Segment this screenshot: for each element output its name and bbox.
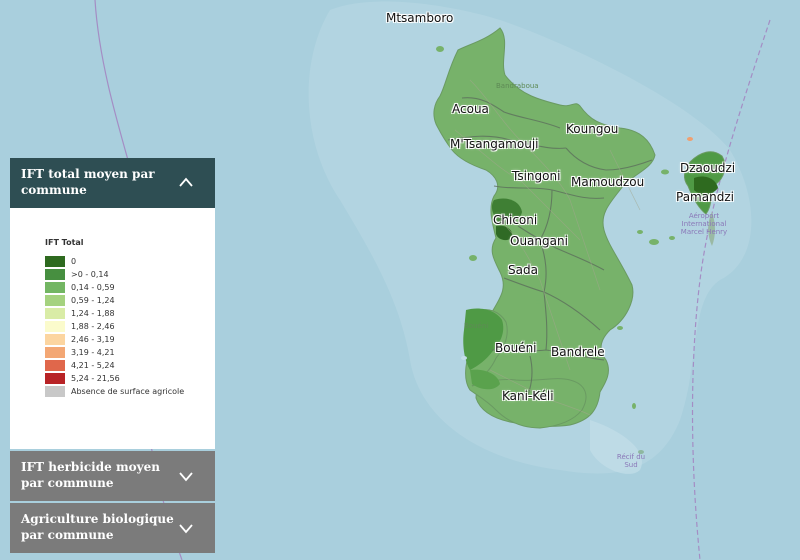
legend-swatch	[45, 255, 65, 267]
bandraboua-label: Bandraboua	[496, 82, 539, 90]
section-ift-total-header[interactable]: IFT total moyen par commune	[10, 158, 215, 208]
legend-swatch	[45, 268, 65, 280]
legend-label: 3,19 - 4,21	[71, 347, 115, 357]
legend-item: 0,59 - 1,24	[45, 294, 215, 306]
section-ift-herbicide-header[interactable]: IFT herbicide moyen par commune	[10, 451, 215, 501]
town-label-sada: Sada	[508, 263, 538, 277]
section-agriculture-bio-title: Agriculture biologique par commune	[21, 512, 174, 542]
legend-label: 0,14 - 0,59	[71, 282, 115, 292]
legend-label: 0,59 - 1,24	[71, 295, 115, 305]
town-label-mtsamboro: Mtsamboro	[386, 11, 454, 25]
legend-swatch	[45, 320, 65, 332]
legend-item: 1,88 - 2,46	[45, 320, 215, 332]
legend-label: 2,46 - 3,19	[71, 334, 115, 344]
legend-swatch	[45, 307, 65, 319]
layer-panel: IFT total moyen par commune IFT Total 0 >…	[10, 158, 215, 553]
legend-label: 0	[71, 256, 77, 266]
legend-item: 5,24 - 21,56	[45, 372, 215, 384]
legend-label: 1,88 - 2,46	[71, 321, 115, 331]
town-label-ouangani: Ouangani	[510, 234, 568, 248]
legend-item: 3,19 - 4,21	[45, 346, 215, 358]
legend-swatch	[45, 346, 65, 358]
town-label-kani-keli: Kani-Kéli	[502, 389, 554, 403]
town-label-koungou: Koungou	[566, 122, 619, 136]
legend-label: 4,21 - 5,24	[71, 360, 115, 370]
town-label-tsingoni: Tsingoni	[512, 169, 561, 183]
section-agriculture-bio-header[interactable]: Agriculture biologique par commune	[10, 503, 215, 553]
legend-label: 1,24 - 1,88	[71, 308, 115, 318]
town-label-acoua: Acoua	[452, 102, 489, 116]
legend-label: 5,24 - 21,56	[71, 373, 120, 383]
recif-label: Récif du Sud	[616, 453, 646, 469]
legend: IFT Total 0 >0 - 0,14 0,14 - 0,59 0,59 - 1,…	[10, 208, 215, 449]
chevron-up-icon[interactable]	[179, 176, 193, 190]
section-ift-herbicide-title: IFT herbicide moyen par commune	[21, 460, 160, 490]
legend-item: Absence de surface agricole	[45, 385, 215, 397]
legend-title: IFT Total	[45, 238, 84, 247]
chevron-down-icon[interactable]	[179, 521, 193, 535]
town-label-boueni: Bouéni	[495, 341, 537, 355]
chevron-down-icon[interactable]	[179, 469, 193, 483]
town-label-chiconi: Chiconi	[493, 213, 538, 227]
legend-item: 0,14 - 0,59	[45, 281, 215, 293]
legend-item: >0 - 0,14	[45, 268, 215, 280]
legend-swatch	[45, 372, 65, 384]
town-label-mtsangamouji: M'Tsangamouji	[450, 137, 539, 151]
airport-label: Aéroport International Marcel Henry	[680, 212, 728, 236]
section-ift-total-title: IFT total moyen par commune	[21, 167, 155, 197]
legend-swatch	[45, 333, 65, 345]
town-label-dzaoudzi: Dzaoudzi	[680, 161, 736, 175]
legend-swatch	[45, 281, 65, 293]
legend-swatch	[45, 294, 65, 306]
legend-item: 4,21 - 5,24	[45, 359, 215, 371]
legend-swatch	[45, 385, 65, 397]
legend-swatch	[45, 359, 65, 371]
town-label-pamandzi: Pamandzi	[676, 190, 734, 204]
town-label-bandrele: Bandrele	[551, 345, 605, 359]
legend-item: 0	[45, 255, 215, 267]
boueni-small-label: Bouéni	[464, 322, 489, 330]
legend-label: >0 - 0,14	[71, 269, 109, 279]
town-label-mamoudzou: Mamoudzou	[571, 175, 645, 189]
legend-label: Absence de surface agricole	[71, 386, 185, 396]
legend-item: 1,24 - 1,88	[45, 307, 215, 319]
legend-item: 2,46 - 3,19	[45, 333, 215, 345]
